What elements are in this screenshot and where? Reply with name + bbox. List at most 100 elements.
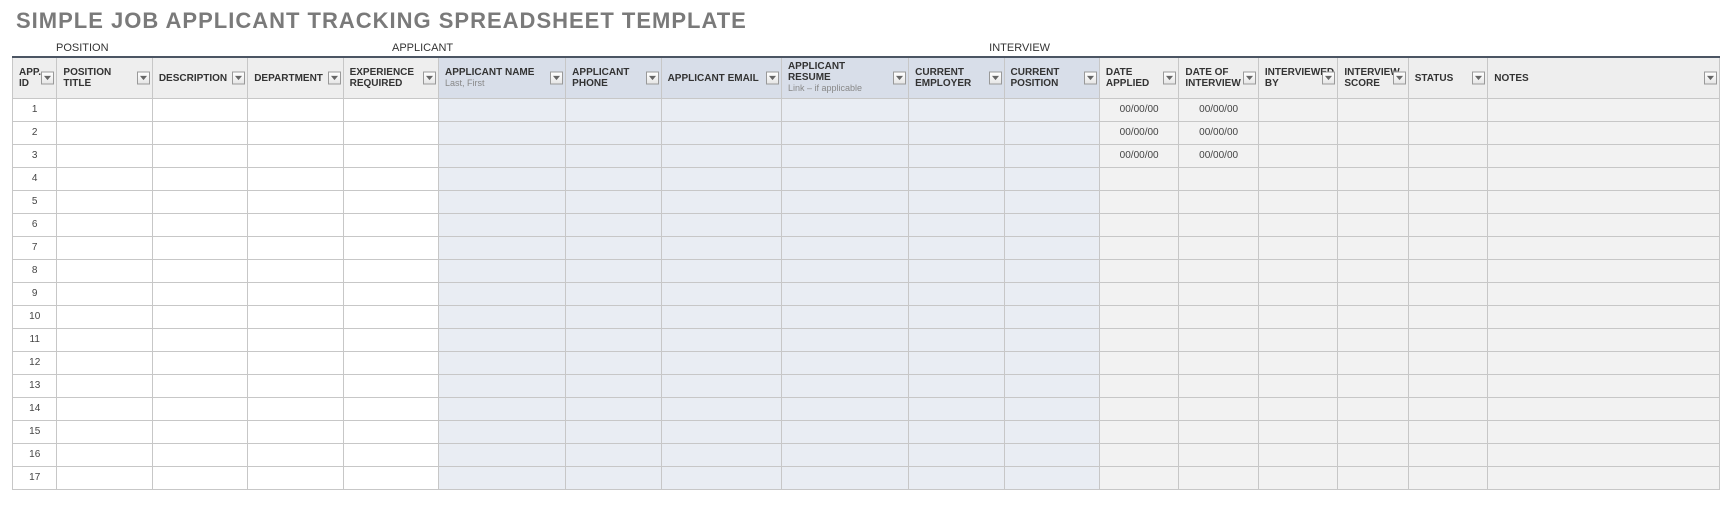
cell-app_resume[interactable] [782,398,909,421]
cell-date_applied[interactable]: 00/00/00 [1100,99,1179,122]
filter-cur_position[interactable] [1084,72,1097,85]
col-header-position_title[interactable]: POSITION TITLE [57,58,152,99]
cell-app_name[interactable] [439,191,566,214]
cell-status[interactable] [1409,260,1488,283]
cell-app_phone[interactable] [566,306,661,329]
cell-position_title[interactable] [57,444,152,467]
cell-date_applied[interactable] [1100,214,1179,237]
cell-date_interview[interactable] [1179,352,1258,375]
cell-description[interactable] [153,260,248,283]
cell-date_interview[interactable] [1179,375,1258,398]
cell-interview_score[interactable] [1338,145,1408,168]
cell-cur_position[interactable] [1005,168,1100,191]
cell-app_resume[interactable] [782,329,909,352]
cell-description[interactable] [153,283,248,306]
cell-cur_employer[interactable] [909,191,1004,214]
cell-experience[interactable] [344,99,439,122]
cell-department[interactable] [248,375,343,398]
cell-date_applied[interactable] [1100,260,1179,283]
cell-cur_employer[interactable] [909,99,1004,122]
cell-interview_by[interactable] [1259,306,1338,329]
col-header-date_applied[interactable]: DATE APPLIED [1100,58,1179,99]
cell-interview_score[interactable] [1338,260,1408,283]
cell-interview_by[interactable] [1259,398,1338,421]
cell-cur_position[interactable] [1005,214,1100,237]
col-header-app_phone[interactable]: APPLICANT PHONE [566,58,661,99]
cell-cur_position[interactable] [1005,467,1100,490]
cell-experience[interactable] [344,168,439,191]
cell-interview_score[interactable] [1338,444,1408,467]
cell-cur_position[interactable] [1005,398,1100,421]
cell-app_name[interactable] [439,329,566,352]
cell-app_name[interactable] [439,444,566,467]
cell-app_resume[interactable] [782,168,909,191]
cell-description[interactable] [153,352,248,375]
cell-app_email[interactable] [662,260,782,283]
cell-interview_by[interactable] [1259,329,1338,352]
cell-interview_score[interactable] [1338,191,1408,214]
cell-app_name[interactable] [439,99,566,122]
cell-date_interview[interactable] [1179,214,1258,237]
cell-app_phone[interactable] [566,214,661,237]
cell-notes[interactable] [1488,260,1720,283]
cell-date_applied[interactable] [1100,329,1179,352]
cell-department[interactable] [248,467,343,490]
cell-position_title[interactable] [57,421,152,444]
cell-app_resume[interactable] [782,99,909,122]
cell-app_email[interactable] [662,398,782,421]
cell-experience[interactable] [344,191,439,214]
filter-position_title[interactable] [137,72,150,85]
cell-cur_position[interactable] [1005,145,1100,168]
filter-interview_by[interactable] [1322,72,1335,85]
cell-app_id[interactable]: 9 [12,283,57,306]
cell-interview_score[interactable] [1338,306,1408,329]
cell-interview_score[interactable] [1338,237,1408,260]
cell-app_email[interactable] [662,145,782,168]
cell-department[interactable] [248,214,343,237]
cell-status[interactable] [1409,398,1488,421]
cell-date_interview[interactable] [1179,191,1258,214]
cell-experience[interactable] [344,145,439,168]
cell-date_interview[interactable] [1179,283,1258,306]
cell-app_email[interactable] [662,99,782,122]
cell-app_id[interactable]: 14 [12,398,57,421]
cell-cur_position[interactable] [1005,191,1100,214]
cell-cur_position[interactable] [1005,237,1100,260]
cell-cur_position[interactable] [1005,122,1100,145]
cell-position_title[interactable] [57,260,152,283]
cell-date_interview[interactable]: 00/00/00 [1179,99,1258,122]
cell-app_id[interactable]: 11 [12,329,57,352]
cell-experience[interactable] [344,352,439,375]
cell-date_interview[interactable]: 00/00/00 [1179,145,1258,168]
cell-cur_employer[interactable] [909,444,1004,467]
cell-app_phone[interactable] [566,444,661,467]
cell-notes[interactable] [1488,421,1720,444]
cell-experience[interactable] [344,467,439,490]
cell-app_resume[interactable] [782,467,909,490]
cell-interview_by[interactable] [1259,467,1338,490]
cell-interview_by[interactable] [1259,168,1338,191]
cell-cur_position[interactable] [1005,306,1100,329]
cell-interview_score[interactable] [1338,283,1408,306]
cell-app_name[interactable] [439,352,566,375]
cell-status[interactable] [1409,375,1488,398]
cell-interview_by[interactable] [1259,444,1338,467]
cell-experience[interactable] [344,237,439,260]
cell-interview_score[interactable] [1338,99,1408,122]
cell-cur_position[interactable] [1005,283,1100,306]
cell-app_email[interactable] [662,421,782,444]
cell-position_title[interactable] [57,306,152,329]
cell-cur_employer[interactable] [909,421,1004,444]
cell-date_applied[interactable] [1100,191,1179,214]
cell-date_interview[interactable] [1179,260,1258,283]
cell-app_id[interactable]: 3 [12,145,57,168]
cell-app_email[interactable] [662,191,782,214]
cell-date_applied[interactable]: 00/00/00 [1100,145,1179,168]
cell-app_id[interactable]: 5 [12,191,57,214]
cell-app_name[interactable] [439,122,566,145]
cell-cur_position[interactable] [1005,260,1100,283]
cell-cur_employer[interactable] [909,260,1004,283]
cell-app_email[interactable] [662,168,782,191]
cell-interview_score[interactable] [1338,122,1408,145]
cell-date_interview[interactable]: 00/00/00 [1179,122,1258,145]
